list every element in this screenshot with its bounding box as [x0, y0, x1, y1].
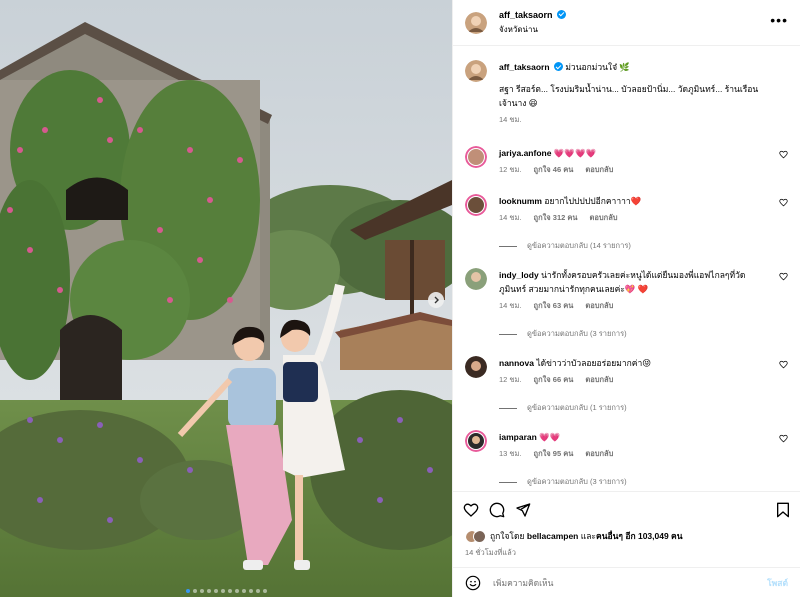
- likes-summary[interactable]: ถูกใจโดย bellacampen และคนอื่นๆ อีก 103,…: [453, 527, 800, 545]
- more-options-button[interactable]: •••: [770, 12, 788, 28]
- caption: aff_taksaorn ม่วนอกม่วนใจ๋ 🌿 สฐา รีสอร์ต…: [465, 60, 788, 126]
- carousel-dot: [192, 589, 197, 593]
- more-horizontal-icon: •••: [770, 12, 788, 28]
- comment-username[interactable]: jariya.anfone: [499, 148, 551, 158]
- comment-likes[interactable]: ถูกใจ 95 คน: [534, 448, 574, 460]
- comment-username[interactable]: nannova: [499, 358, 534, 368]
- carousel-dot: [248, 589, 253, 593]
- comment-item: iamparan 💗💗 13 ชม. ถูกใจ 95 คน ตอบกลับ ด…: [465, 430, 788, 488]
- post-side-panel: aff_taksaorn จังหวัดน่าน ••• aff_taksaor…: [452, 0, 800, 597]
- carousel-dots: [0, 589, 452, 593]
- post-modal: aff_taksaorn จังหวัดน่าน ••• aff_taksaor…: [0, 0, 800, 597]
- comment-username[interactable]: iamparan: [499, 432, 537, 442]
- comment-text: 💗💗💗💗: [553, 148, 597, 158]
- carousel-dot: [199, 589, 204, 593]
- likes-middle: และ: [580, 531, 597, 541]
- comment-item: looknumm อยากไปปปปปอีกคาาาา❤️ 14 ชม. ถูก…: [465, 194, 788, 252]
- comment-text: อยากไปปปปปอีกคาาาา❤️: [544, 196, 642, 206]
- comment-item: indy_lody น่ารักทั้งครอบครัวเลยค่ะหนูได้…: [465, 268, 788, 340]
- heart-icon[interactable]: [779, 434, 788, 443]
- heart-icon[interactable]: [779, 360, 788, 369]
- post-header: aff_taksaorn จังหวัดน่าน •••: [453, 0, 800, 46]
- share-send-icon[interactable]: [515, 502, 531, 518]
- comment-time: 12 ชม.: [499, 375, 522, 384]
- reply-button[interactable]: ตอบกลับ: [590, 212, 618, 224]
- photo-scene: [0, 0, 452, 597]
- carousel-dot: [213, 589, 218, 593]
- comment-bubble-icon[interactable]: [489, 502, 505, 518]
- avatar[interactable]: [465, 430, 487, 452]
- likes-prefix: ถูกใจโดย: [490, 531, 525, 541]
- post-photo[interactable]: [0, 0, 452, 597]
- comment-time: 14 ชม.: [499, 301, 522, 310]
- view-replies-label: ดูข้อความตอบกลับ (14 รายการ): [527, 241, 631, 250]
- view-replies-button[interactable]: ดูข้อความตอบกลับ (3 รายการ): [499, 328, 770, 340]
- add-comment-input[interactable]: [493, 577, 768, 588]
- caption-time: 14 ชม.: [499, 115, 522, 124]
- verified-icon: [553, 62, 563, 71]
- post-actions-bar: [453, 491, 800, 527]
- comment-likes[interactable]: ถูกใจ 63 คน: [534, 300, 574, 312]
- comment-likes[interactable]: ถูกใจ 46 คน: [534, 164, 574, 176]
- caption-username[interactable]: aff_taksaorn: [499, 62, 550, 72]
- carousel-dot: [255, 589, 260, 593]
- comment-text: 💗💗: [539, 432, 561, 442]
- comment-username[interactable]: looknumm: [499, 196, 542, 206]
- comment-time: 12 ชม.: [499, 165, 522, 174]
- avatar[interactable]: [465, 268, 487, 290]
- comment-time: 13 ชม.: [499, 449, 522, 458]
- comment-likes[interactable]: ถูกใจ 66 คน: [534, 374, 574, 386]
- comments-list[interactable]: aff_taksaorn ม่วนอกม่วนใจ๋ 🌿 สฐา รีสอร์ต…: [453, 46, 800, 491]
- post-comment-button[interactable]: โพสต์: [767, 576, 788, 590]
- like-heart-icon[interactable]: [463, 502, 479, 518]
- view-replies-button[interactable]: ดูข้อความตอบกลับ (1 รายการ): [499, 402, 770, 414]
- heart-icon[interactable]: [779, 150, 788, 159]
- likes-others[interactable]: คนอื่นๆ อีก 103,049 คน: [596, 531, 683, 541]
- caption-text: สฐา รีสอร์ต... โรงบ่มริมน้ำน่าน... บัวลอ…: [499, 84, 759, 108]
- emoji-icon[interactable]: [465, 575, 481, 591]
- reply-button[interactable]: ตอบกลับ: [585, 164, 613, 176]
- avatar[interactable]: [465, 11, 487, 34]
- carousel-dot: [220, 589, 225, 593]
- caption-tag: ม่วนอกม่วนใจ๋ 🌿: [565, 62, 631, 72]
- comment-item: nannova ได้ข่าวว่าบัวลอยอร่อยมากค่า😝 12 …: [465, 356, 788, 414]
- view-replies-label: ดูข้อความตอบกลับ (3 รายการ): [527, 329, 627, 338]
- view-replies-label: ดูข้อความตอบกลับ (3 รายการ): [527, 477, 627, 486]
- liker-avatars: [465, 529, 486, 543]
- view-replies-button[interactable]: ดูข้อความตอบกลับ (14 รายการ): [499, 240, 770, 252]
- carousel-dot: [227, 589, 232, 593]
- carousel-dot: [206, 589, 211, 593]
- post-location[interactable]: จังหวัดน่าน: [499, 23, 566, 36]
- post-username[interactable]: aff_taksaorn: [499, 10, 553, 20]
- reply-button[interactable]: ตอบกลับ: [585, 374, 613, 386]
- avatar: [473, 529, 486, 543]
- comment-time: 14 ชม.: [499, 213, 522, 222]
- comment-username[interactable]: indy_lody: [499, 270, 539, 280]
- reply-button[interactable]: ตอบกลับ: [585, 300, 613, 312]
- liker-username[interactable]: bellacampen: [527, 531, 579, 541]
- bookmark-icon[interactable]: [776, 502, 790, 518]
- reply-button[interactable]: ตอบกลับ: [585, 448, 613, 460]
- comment-likes[interactable]: ถูกใจ 312 คน: [534, 212, 578, 224]
- carousel-dot: [241, 589, 246, 593]
- heart-icon[interactable]: [779, 272, 788, 281]
- next-photo-button[interactable]: [428, 292, 444, 308]
- heart-icon[interactable]: [779, 198, 788, 207]
- carousel-dot: [185, 589, 190, 593]
- carousel-dot: [234, 589, 239, 593]
- avatar[interactable]: [465, 146, 487, 168]
- view-replies-label: ดูข้อความตอบกลับ (1 รายการ): [527, 403, 627, 412]
- verified-icon: [557, 9, 567, 19]
- add-comment-bar: โพสต์: [453, 567, 800, 597]
- avatar[interactable]: [465, 356, 487, 378]
- view-replies-button[interactable]: ดูข้อความตอบกลับ (3 รายการ): [499, 476, 770, 488]
- avatar[interactable]: [465, 194, 487, 216]
- comment-item: jariya.anfone 💗💗💗💗 12 ชม. ถูกใจ 46 คน ตอ…: [465, 146, 788, 176]
- chevron-right-icon: [434, 296, 439, 304]
- post-time-ago: 14 ชั่วโมงที่แล้ว: [465, 548, 516, 557]
- carousel-dot: [262, 589, 267, 593]
- avatar[interactable]: [465, 60, 487, 82]
- comment-text: ได้ข่าวว่าบัวลอยอร่อยมากค่า😝: [536, 358, 652, 368]
